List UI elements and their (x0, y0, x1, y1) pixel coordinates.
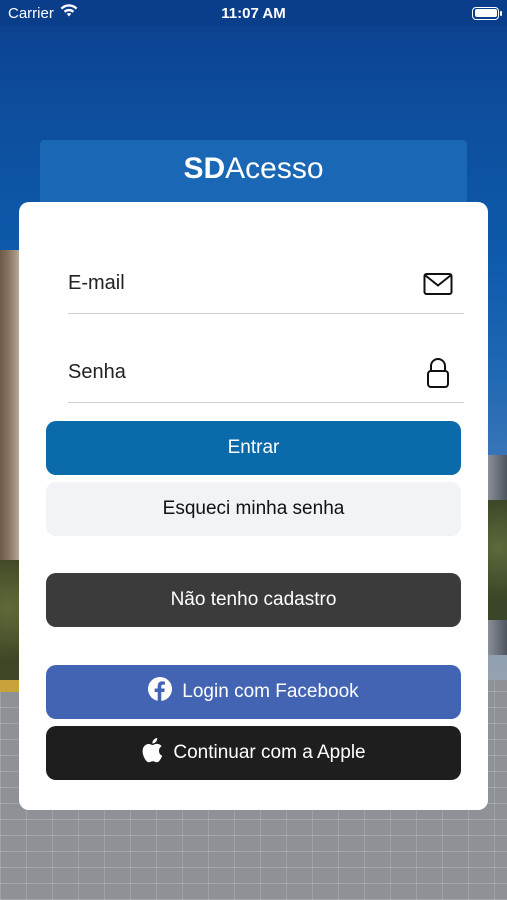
facebook-icon (148, 677, 173, 707)
register-button[interactable]: Não tenho cadastro (46, 573, 461, 627)
password-field[interactable] (68, 361, 388, 384)
email-field[interactable] (68, 272, 388, 295)
apple-login-button[interactable]: Continuar com a Apple (46, 726, 461, 780)
password-field-row (68, 343, 464, 403)
login-button-label: Entrar (227, 437, 280, 458)
lock-icon (422, 357, 454, 389)
wifi-icon (60, 4, 78, 22)
background-tree-right (487, 500, 507, 620)
apple-icon (141, 737, 163, 769)
app-title: SD Acesso (40, 140, 467, 210)
forgot-password-label: Esqueci minha senha (162, 498, 345, 519)
battery-icon (472, 6, 502, 20)
facebook-login-label: Login com Facebook (182, 681, 359, 702)
apple-login-label: Continuar com a Apple (173, 742, 366, 763)
facebook-login-button[interactable]: Login com Facebook (46, 665, 461, 719)
login-card: Entrar Esqueci minha senha Não tenho cad… (19, 202, 488, 810)
envelope-icon (422, 268, 454, 300)
register-button-label: Não tenho cadastro (170, 589, 337, 610)
login-button[interactable]: Entrar (46, 421, 461, 475)
status-bar: Carrier 11:07 AM (0, 0, 507, 26)
email-field-row (68, 254, 464, 314)
carrier-label: Carrier (8, 4, 54, 22)
forgot-password-button[interactable]: Esqueci minha senha (46, 482, 461, 536)
